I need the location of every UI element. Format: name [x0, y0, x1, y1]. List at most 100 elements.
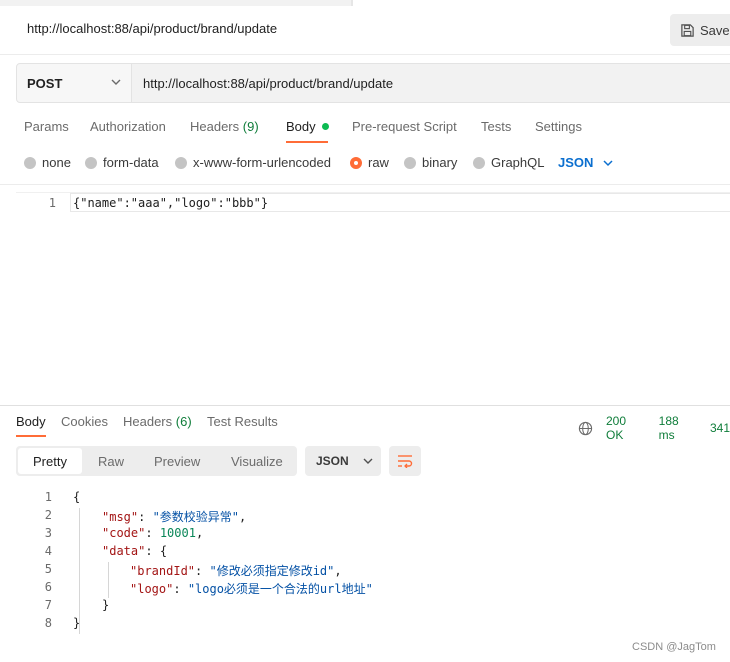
response-view-group: Pretty Raw Preview Visualize: [16, 446, 297, 476]
request-title[interactable]: http://localhost:88/api/product/brand/up…: [27, 21, 277, 36]
tab-label: Tests: [481, 119, 512, 134]
json-value: "修改必须指定修改id": [209, 564, 335, 578]
tab-label: Settings: [535, 119, 582, 134]
body-format-label: JSON: [558, 155, 594, 170]
chevron-down-icon: [363, 458, 373, 464]
line-number: 5: [44, 562, 52, 576]
tab-label: Headers: [123, 414, 173, 429]
view-visualize-button[interactable]: Visualize: [231, 446, 283, 476]
radio-x-www-form-urlencoded[interactable]: x-www-form-urlencoded: [175, 155, 331, 170]
line-number: 4: [44, 544, 52, 558]
watermark: CSDN @JagTom: [632, 641, 716, 653]
body-format-select[interactable]: JSON: [558, 155, 613, 170]
tab-label: Cookies: [61, 414, 108, 429]
code-line: {: [73, 490, 80, 504]
json-value: 10001: [159, 526, 196, 540]
radio-form-data[interactable]: form-data: [85, 155, 159, 170]
tab-response-body[interactable]: Body: [16, 414, 46, 429]
code-line: "msg": "参数校验异常",: [102, 510, 247, 524]
tab-label: Body: [286, 119, 316, 134]
radio-none[interactable]: none: [24, 155, 71, 170]
radio-label: raw: [368, 155, 389, 170]
tab-count: (9): [242, 119, 259, 134]
tab-label: Pre-request Script: [352, 119, 457, 134]
tab-response-headers[interactable]: Headers (6): [123, 414, 192, 429]
code-line: "data": {: [102, 544, 168, 558]
method-select[interactable]: POST: [17, 64, 132, 102]
tab-label: Test Results: [207, 414, 278, 429]
request-body-editor[interactable]: 1 {"name":"aaa","logo":"bbb"}: [16, 192, 730, 400]
url-bar: POST http://localhost:88/api/product/bra…: [16, 63, 730, 103]
radio-circle: [404, 156, 416, 169]
line-number: 6: [44, 580, 52, 594]
line-number: 7: [44, 598, 52, 612]
radio-label: form-data: [103, 155, 159, 170]
radio-label: binary: [422, 155, 458, 170]
view-preview-button[interactable]: Preview: [154, 446, 200, 476]
radio-label: none: [42, 155, 71, 170]
chevron-down-icon: [111, 79, 121, 85]
json-key: "code": [102, 526, 146, 540]
window-tab-strip: [0, 0, 730, 6]
radio-label: x-www-form-urlencoded: [193, 155, 331, 170]
radio-circle: [473, 156, 485, 169]
response-meta: 200 OK 188 ms 341: [578, 414, 730, 442]
tab-label: Authorization: [90, 119, 166, 134]
chevron-down-icon: [603, 159, 613, 166]
method-label: POST: [27, 75, 63, 91]
view-raw-button[interactable]: Raw: [98, 446, 124, 476]
radio-circle: [175, 156, 187, 169]
tab-count: (6): [175, 414, 192, 429]
code-line: }: [102, 598, 109, 612]
line-number: 1: [44, 490, 52, 504]
tab-test-results[interactable]: Test Results: [207, 414, 278, 429]
view-pretty-button[interactable]: Pretty: [18, 448, 82, 474]
request-body-text[interactable]: {"name":"aaa","logo":"bbb"}: [73, 196, 268, 210]
code-punct: ,: [239, 510, 247, 524]
active-tab-indicator: [16, 435, 46, 437]
wrap-lines-icon: [398, 455, 413, 468]
code-punct: }: [73, 616, 81, 630]
url-input[interactable]: http://localhost:88/api/product/brand/up…: [132, 64, 730, 102]
code-line: }: [73, 616, 80, 630]
wrap-lines-button[interactable]: [389, 446, 421, 476]
tab-label: Body: [16, 414, 46, 429]
tab-label: Headers: [190, 119, 240, 134]
divider: [0, 54, 730, 55]
json-key: "msg": [102, 510, 139, 524]
window-tab[interactable]: [352, 0, 730, 6]
divider: [0, 184, 730, 185]
json-value: "logo必须是一个合法的url地址": [187, 582, 373, 596]
response-size[interactable]: 341: [710, 421, 730, 435]
code-punct: ,: [334, 564, 342, 578]
globe-icon[interactable]: [578, 421, 593, 436]
code-line: "code": 10001,: [102, 526, 204, 540]
tab-headers[interactable]: Headers (9): [190, 119, 259, 134]
tab-authorization[interactable]: Authorization: [90, 119, 166, 134]
tab-pre-request-script[interactable]: Pre-request Script: [352, 119, 457, 134]
line-number: 2: [44, 508, 52, 522]
indent-guide: [108, 562, 109, 598]
save-button[interactable]: Save: [670, 14, 730, 46]
tab-settings[interactable]: Settings: [535, 119, 582, 134]
response-format-select[interactable]: JSON: [305, 446, 381, 476]
body-indicator-dot: [321, 123, 329, 130]
response-body-viewer[interactable]: 1 { 2 "msg": "参数校验异常", 3 "code": 10001, …: [16, 490, 730, 634]
radio-label: GraphQL: [491, 155, 545, 170]
tab-params[interactable]: Params: [24, 119, 69, 134]
response-time[interactable]: 188 ms: [659, 414, 698, 442]
radio-circle: [24, 156, 36, 169]
radio-circle-selected: [350, 156, 362, 169]
status-code[interactable]: 200 OK: [606, 414, 647, 442]
radio-circle: [85, 156, 97, 169]
code-line: "brandId": "修改必须指定修改id",: [130, 564, 342, 578]
radio-raw[interactable]: raw: [350, 155, 389, 170]
code-punct: {: [73, 490, 81, 504]
window-tab[interactable]: [0, 0, 352, 6]
line-number: 1: [48, 196, 56, 210]
radio-binary[interactable]: binary: [404, 155, 457, 170]
radio-graphql[interactable]: GraphQL: [473, 155, 544, 170]
tab-tests[interactable]: Tests: [481, 119, 511, 134]
tab-response-cookies[interactable]: Cookies: [61, 414, 108, 429]
tab-body[interactable]: Body: [286, 119, 329, 134]
